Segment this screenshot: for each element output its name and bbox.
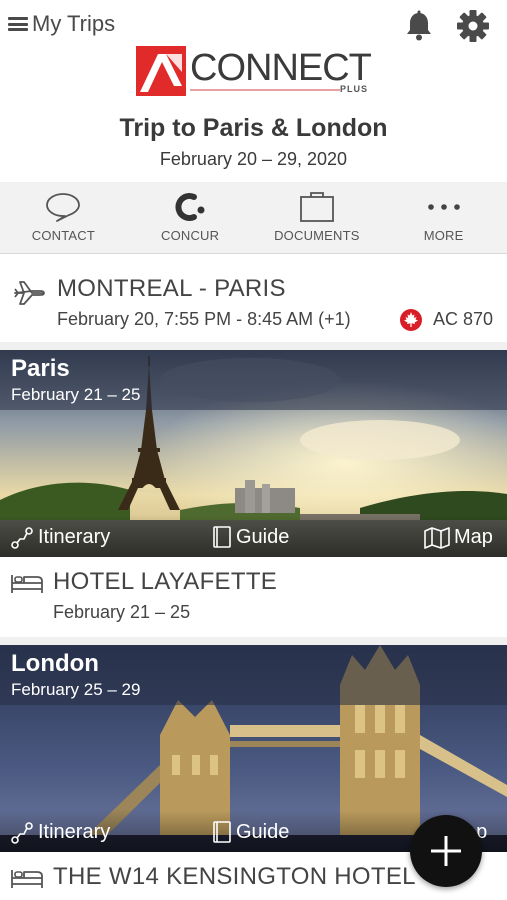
my-trips-label: My Trips [32,11,116,36]
documents-label: DOCUMENTS [274,228,360,243]
destination-city: London [11,650,99,677]
trip-dates: February 20 – 29, 2020 [159,149,348,169]
add-button[interactable] [410,815,482,887]
more-dots-icon [424,190,464,224]
hotel-dates: February 21 – 25 [53,602,191,622]
logo-underline [190,89,340,91]
itinerary-button[interactable]: Itinerary [10,526,110,549]
bed-icon [11,575,43,593]
hotel-row[interactable]: HOTEL LAYAFETTE February 21 – 25 [0,557,507,637]
guide-label: Guide [236,820,290,843]
separator [0,342,507,350]
guide-button[interactable]: Guide [212,525,289,549]
flight-segment[interactable]: MONTREAL - PARIS February 20, 7:55 PM - … [0,262,507,344]
gear-icon[interactable] [455,8,491,44]
map-icon [424,526,450,549]
logo-mark-icon [136,46,186,96]
destination-dates: February 21 – 25 [11,385,141,404]
logo-subtext: PLUS [340,84,369,94]
destination-card-paris[interactable]: Paris February 21 – 25 Itinerary Guide M… [0,350,507,557]
flight-number: AC 870 [433,309,494,329]
plane-icon [14,281,45,305]
documents-button[interactable]: DOCUMENTS [254,182,381,253]
chat-bubble-icon [43,190,83,224]
destination-city: Paris [11,355,70,382]
concur-icon [170,190,210,224]
plus-icon [431,836,461,866]
itinerary-label: Itinerary [38,526,111,548]
concur-button[interactable]: CONCUR [127,182,254,253]
destination-dates: February 25 – 29 [11,680,141,699]
separator [0,637,507,645]
map-button[interactable]: Map [424,526,493,549]
flight-route: MONTREAL - PARIS [57,275,286,302]
map-label: Map [454,526,493,548]
bed-icon [11,870,43,888]
more-label: MORE [423,228,464,243]
itinerary-button[interactable]: Itinerary [10,821,110,844]
bell-icon[interactable] [402,9,436,43]
book-icon [213,526,231,548]
maple-leaf-icon [400,309,422,331]
contact-label: CONTACT [31,228,95,243]
hotel-name: THE W14 KENSINGTON HOTEL [53,863,416,890]
briefcase-icon [297,190,337,224]
book-icon [213,821,231,843]
hotel-name: HOTEL LAYAFETTE [53,568,278,595]
route-icon [11,526,33,549]
trip-title: Trip to Paris & London [119,114,388,142]
contact-button[interactable]: CONTACT [0,182,127,253]
concur-label: CONCUR [160,228,220,243]
trip-toolbar: CONTACT CONCUR DOCUMENTS MORE [0,182,507,254]
menu-icon [8,15,28,33]
connect-plus-logo: CONNECT PLUS [136,46,372,98]
top-bar: My Trips [0,0,507,52]
my-trips-button[interactable]: My Trips [8,11,115,37]
guide-button[interactable]: Guide [212,820,289,844]
flight-times: February 20, 7:55 PM - 8:45 AM (+1) [57,309,351,329]
itinerary-label: Itinerary [38,821,111,843]
guide-label: Guide [236,525,290,548]
route-icon [11,821,33,844]
more-button[interactable]: MORE [380,182,507,253]
